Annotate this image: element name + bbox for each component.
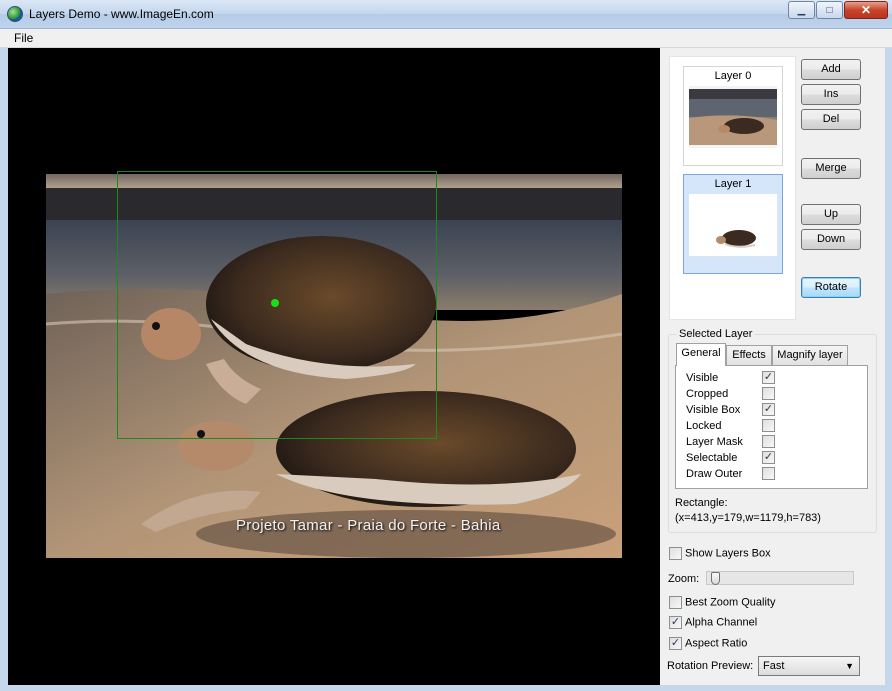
layer-mask-checkbox[interactable] (762, 435, 775, 448)
aspect-ratio-label: Aspect Ratio (685, 637, 748, 650)
rotation-preview-value: Fast (763, 660, 785, 672)
rotation-preview-label: Rotation Preview: (667, 660, 754, 672)
delete-layer-button[interactable]: Del (801, 109, 861, 130)
selected-layer-title: Selected Layer (677, 328, 755, 340)
insert-layer-button[interactable]: Ins (801, 84, 861, 105)
title-bar: Layers Demo - www.ImageEn.com ▁ □ ✕ (0, 0, 892, 29)
layer-rotation-center-handle[interactable] (271, 299, 279, 307)
layer-label: Layer 0 (714, 70, 752, 82)
rotate-layer-button[interactable]: Rotate (801, 277, 861, 298)
layer-item-1[interactable]: Layer 1 (683, 174, 783, 274)
window-controls: ▁ □ ✕ (788, 1, 888, 19)
zoom-slider[interactable] (706, 571, 854, 585)
menu-file[interactable]: File (14, 31, 33, 45)
tab-general[interactable]: General (676, 343, 726, 366)
app-globe-icon[interactable] (7, 6, 23, 22)
image-viewer[interactable]: Projeto Tamar - Praia do Forte - Bahia (8, 48, 660, 685)
aspect-ratio-checkbox[interactable]: ✓ (669, 637, 682, 650)
window-title: Layers Demo - www.ImageEn.com (29, 7, 214, 21)
chevron-down-icon: ▼ (845, 661, 854, 671)
best-zoom-quality-option[interactable]: Best Zoom Quality (669, 596, 775, 609)
layer-label: Layer 1 (714, 178, 752, 190)
maximize-button[interactable]: □ (816, 1, 843, 19)
zoom-slider-thumb[interactable] (711, 572, 720, 585)
close-button[interactable]: ✕ (844, 1, 888, 19)
best-zoom-quality-checkbox[interactable] (669, 596, 682, 609)
general-tab-panel: Visible ✓ Cropped Visible Box ✓ Locked L… (675, 365, 868, 489)
layer-0-thumbnail (689, 86, 777, 148)
cropped-label: Cropped (686, 388, 729, 400)
move-layer-up-button[interactable]: Up (801, 204, 861, 225)
visible-label: Visible (686, 372, 719, 384)
rectangle-label: Rectangle: (675, 497, 728, 509)
best-zoom-quality-label: Best Zoom Quality (685, 596, 776, 609)
selectable-checkbox[interactable]: ✓ (762, 451, 775, 464)
selectable-label: Selectable (686, 452, 738, 464)
visible-box-label: Visible Box (686, 404, 741, 416)
cropped-checkbox[interactable] (762, 387, 775, 400)
layer-item-0[interactable]: Layer 0 (683, 66, 783, 166)
layer-1-thumbnail (689, 194, 777, 256)
draw-outer-label: Draw Outer (686, 468, 743, 480)
visible-box-checkbox[interactable]: ✓ (762, 403, 775, 416)
photo-caption: Projeto Tamar - Praia do Forte - Bahia (236, 517, 501, 534)
alpha-channel-label: Alpha Channel (685, 616, 758, 629)
add-layer-button[interactable]: Add (801, 59, 861, 80)
layers-list[interactable]: Layer 0 Layer 1 (669, 56, 796, 320)
zoom-label: Zoom: (668, 573, 700, 585)
window-frame-left (0, 48, 8, 691)
show-layers-box-option[interactable]: Show Layers Box (669, 547, 771, 560)
alpha-channel-option[interactable]: ✓ Alpha Channel (669, 616, 757, 629)
tab-effects[interactable]: Effects (726, 345, 772, 365)
visible-checkbox[interactable]: ✓ (762, 371, 775, 384)
move-layer-down-button[interactable]: Down (801, 229, 861, 250)
menu-bar: File (0, 29, 892, 48)
tab-magnify-layer[interactable]: Magnify layer (772, 345, 848, 365)
alpha-channel-checkbox[interactable]: ✓ (669, 616, 682, 629)
window-frame-right (885, 48, 892, 691)
selected-layer-group: Selected Layer General Effects Magnify l… (668, 328, 877, 533)
locked-label: Locked (686, 420, 722, 432)
window-frame-bottom (0, 685, 892, 691)
show-layers-box-checkbox[interactable] (669, 547, 682, 560)
rotation-preview-select[interactable]: Fast ▼ (758, 656, 860, 676)
control-panel: Layer 0 Layer 1 Add Ins Del Merge Up Dow… (660, 48, 885, 685)
minimize-button[interactable]: ▁ (788, 1, 815, 19)
aspect-ratio-option[interactable]: ✓ Aspect Ratio (669, 637, 747, 650)
draw-outer-checkbox[interactable] (762, 467, 775, 480)
merge-layers-button[interactable]: Merge (801, 158, 861, 179)
layer-mask-label: Layer Mask (686, 436, 743, 448)
rectangle-value: (x=413,y=179,w=1179,h=783) (675, 512, 821, 524)
locked-checkbox[interactable] (762, 419, 775, 432)
show-layers-box-label: Show Layers Box (685, 547, 771, 560)
